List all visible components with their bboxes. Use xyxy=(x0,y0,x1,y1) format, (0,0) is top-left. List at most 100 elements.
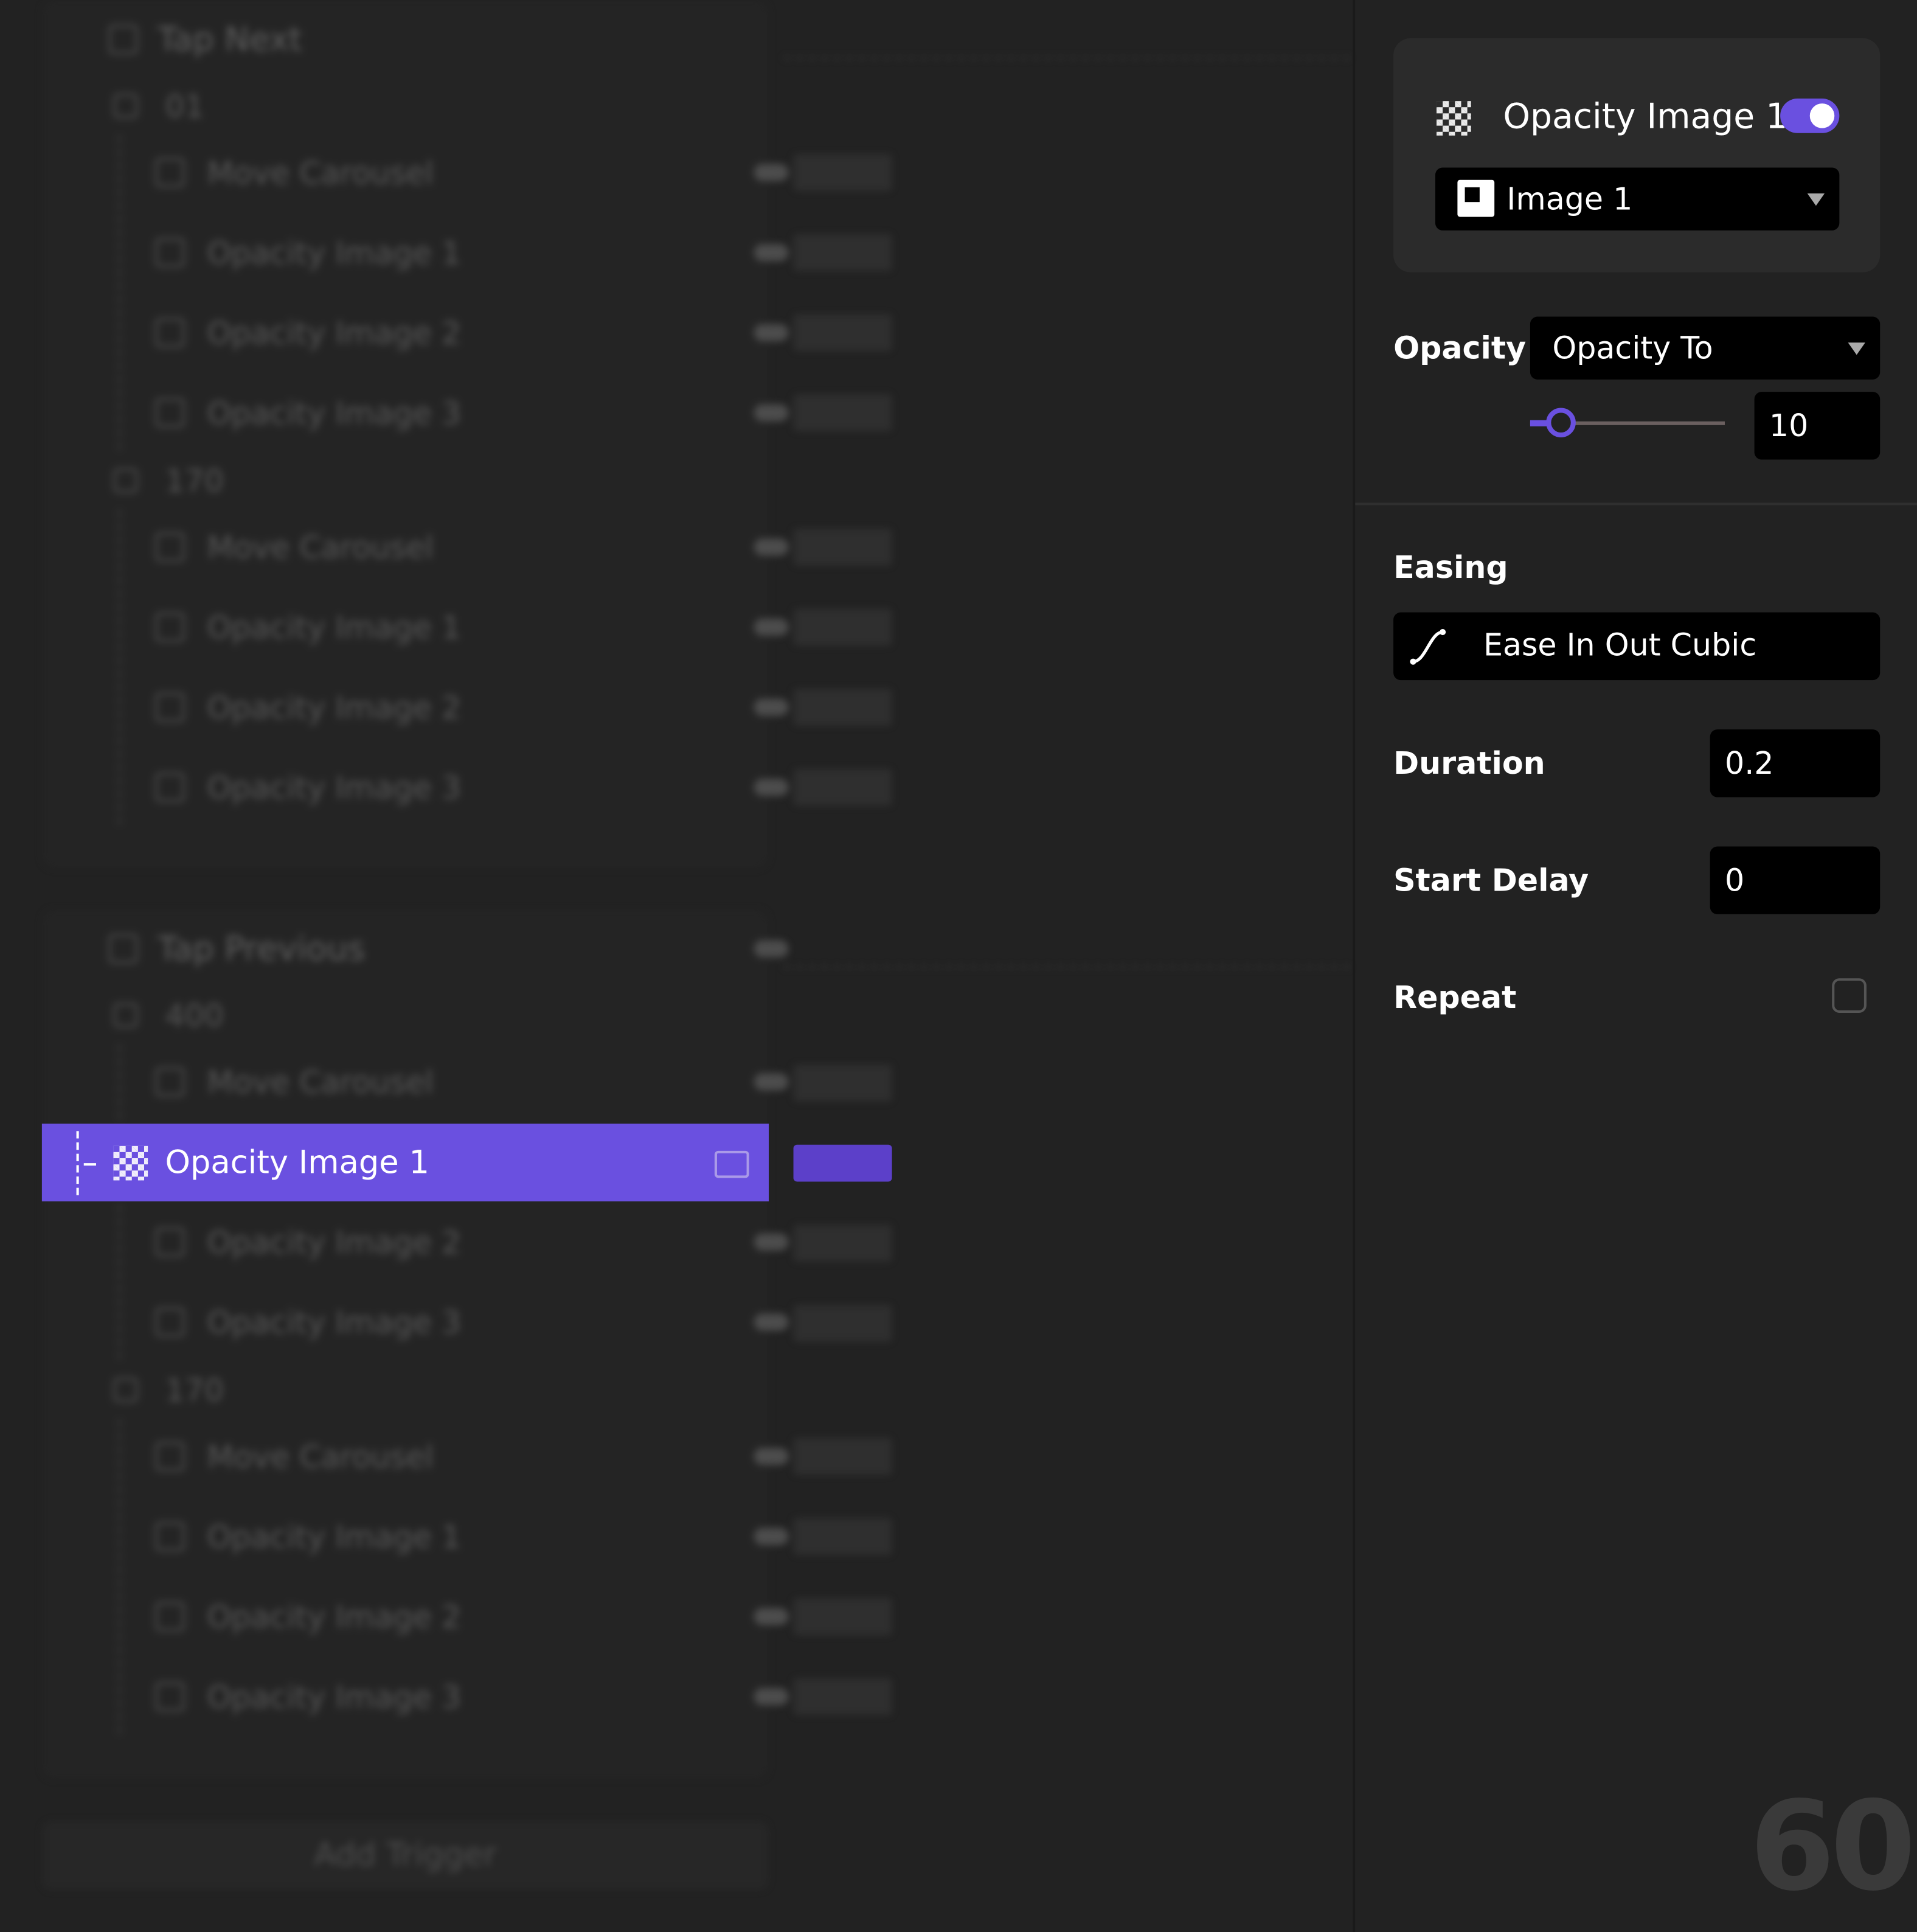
image-icon[interactable] xyxy=(754,404,789,422)
easing-value: Ease In Out Cubic xyxy=(1483,627,1757,663)
group-row[interactable]: 170 xyxy=(42,1353,769,1427)
timeline-bar[interactable] xyxy=(793,1598,892,1635)
timeline-bar[interactable] xyxy=(793,1518,892,1555)
group-row[interactable]: 400 xyxy=(42,978,769,1052)
app-canvas: Tap Next 01 Move Carousel Opacity Image … xyxy=(0,0,1917,1932)
move-icon xyxy=(155,158,185,187)
tree-row[interactable]: Opacity Image 2 xyxy=(42,670,789,745)
start-delay-input[interactable]: 0 xyxy=(1710,846,1881,914)
timeline-bar-selected[interactable] xyxy=(793,1144,892,1182)
opacity-mode-select[interactable]: Opacity To xyxy=(1530,316,1881,380)
opacity-icon xyxy=(155,318,185,348)
opacity-icon xyxy=(155,1307,185,1337)
group-icon xyxy=(113,1002,138,1028)
add-trigger-button[interactable]: Add Trigger xyxy=(41,1821,769,1891)
timeline-bar[interactable] xyxy=(793,1678,892,1715)
tree-row-label: Opacity Image 1 xyxy=(165,1144,429,1181)
opacity-icon xyxy=(155,1681,185,1712)
timeline-bar[interactable] xyxy=(793,608,892,646)
visibility-icon[interactable] xyxy=(754,1073,789,1091)
trigger-icon xyxy=(108,934,138,964)
timeline-bar[interactable] xyxy=(793,1305,892,1342)
timeline-bar[interactable] xyxy=(793,314,892,352)
timeline-bar[interactable] xyxy=(793,234,892,271)
timeline-bar[interactable] xyxy=(793,1225,892,1262)
easing-select[interactable]: Ease In Out Cubic xyxy=(1393,612,1881,681)
group-label: 01 xyxy=(165,88,204,124)
visibility-icon[interactable] xyxy=(754,1447,789,1465)
time-ruler xyxy=(783,19,1351,60)
image-icon[interactable] xyxy=(754,1687,789,1706)
image-icon[interactable] xyxy=(754,618,789,636)
tree-guide-branch xyxy=(83,1163,97,1166)
image-icon[interactable] xyxy=(754,244,789,262)
chevron-down-icon xyxy=(1848,342,1865,355)
image-icon[interactable] xyxy=(754,1233,789,1251)
visibility-icon[interactable] xyxy=(754,538,789,556)
group-row[interactable]: 170 xyxy=(42,443,769,518)
trigger-row[interactable]: Tap Next xyxy=(42,2,769,77)
tree-row-selected[interactable]: Opacity Image 1 xyxy=(41,1124,769,1201)
timeline-bar[interactable] xyxy=(793,1065,892,1102)
target-layer-select[interactable]: Image 1 xyxy=(1435,167,1840,231)
opacity-icon xyxy=(155,612,185,642)
tree-row[interactable]: Move Carousel xyxy=(42,135,789,210)
duration-input[interactable]: 0.2 xyxy=(1710,729,1881,797)
opacity-icon xyxy=(155,1521,185,1552)
timeline-bar[interactable] xyxy=(793,689,892,726)
image-icon[interactable] xyxy=(754,1527,789,1545)
image-icon[interactable] xyxy=(714,1150,749,1178)
opacity-checker-icon xyxy=(1436,101,1471,136)
tree-row[interactable]: Opacity Image 2 xyxy=(42,1579,789,1654)
tree-row[interactable]: Opacity Image 3 xyxy=(42,1659,789,1734)
group-icon xyxy=(113,468,138,493)
toggle-knob xyxy=(1809,103,1835,128)
opacity-slider-handle[interactable] xyxy=(1546,408,1576,438)
timeline-bar[interactable] xyxy=(793,154,892,191)
repeat-label: Repeat xyxy=(1393,979,1517,1016)
action-title: Opacity Image 1 xyxy=(1503,96,1788,137)
tree-row[interactable]: Opacity Image 1 xyxy=(42,215,789,290)
opacity-value-input[interactable]: 10 xyxy=(1754,392,1881,460)
group-row[interactable]: 01 xyxy=(42,69,769,143)
visibility-icon[interactable] xyxy=(754,164,789,181)
tree-row[interactable]: Opacity Image 1 xyxy=(42,1499,789,1574)
chevron-down-icon xyxy=(1807,192,1825,206)
easing-curve-icon xyxy=(1410,629,1446,665)
image-icon[interactable] xyxy=(754,698,789,716)
opacity-icon xyxy=(155,772,185,802)
image-icon[interactable] xyxy=(754,779,789,796)
group-label: 400 xyxy=(165,997,224,1034)
image-icon[interactable] xyxy=(754,1608,789,1625)
repeat-checkbox[interactable] xyxy=(1832,978,1867,1013)
opacity-icon xyxy=(155,1602,185,1631)
tree-row[interactable]: Opacity Image 1 xyxy=(42,590,789,664)
easing-label: Easing xyxy=(1393,549,1508,586)
opacity-icon xyxy=(155,398,185,428)
tree-row[interactable]: Move Carousel xyxy=(42,1419,789,1493)
tree-row[interactable]: Move Carousel xyxy=(42,1044,789,1119)
tree-row[interactable]: Opacity Image 3 xyxy=(42,375,789,450)
trigger-row[interactable]: Tap Previous xyxy=(42,912,789,986)
opacity-label: Opacity xyxy=(1393,330,1527,366)
move-icon xyxy=(155,532,185,562)
start-delay-label: Start Delay xyxy=(1393,862,1589,898)
image-icon[interactable] xyxy=(754,324,789,342)
tree-row[interactable]: Opacity Image 2 xyxy=(42,1204,789,1279)
target-layer-value: Image 1 xyxy=(1506,181,1633,217)
timeline-bar[interactable] xyxy=(793,768,892,806)
image-icon[interactable] xyxy=(754,1313,789,1331)
trigger-icon xyxy=(108,24,138,55)
opacity-icon xyxy=(155,1227,185,1257)
timeline-bar[interactable] xyxy=(793,394,892,431)
timeline-bar[interactable] xyxy=(793,528,892,566)
move-icon xyxy=(155,1067,185,1097)
enabled-toggle[interactable] xyxy=(1780,99,1840,133)
tree-row[interactable]: Move Carousel xyxy=(42,510,789,585)
tree-row[interactable]: Opacity Image 3 xyxy=(42,750,789,825)
image-thumbnail-icon xyxy=(1457,179,1495,217)
trigger-label: Tap Next xyxy=(158,20,302,59)
timeline-bar[interactable] xyxy=(793,1437,892,1475)
tree-row[interactable]: Opacity Image 3 xyxy=(42,1285,789,1360)
tree-row[interactable]: Opacity Image 2 xyxy=(42,296,789,370)
